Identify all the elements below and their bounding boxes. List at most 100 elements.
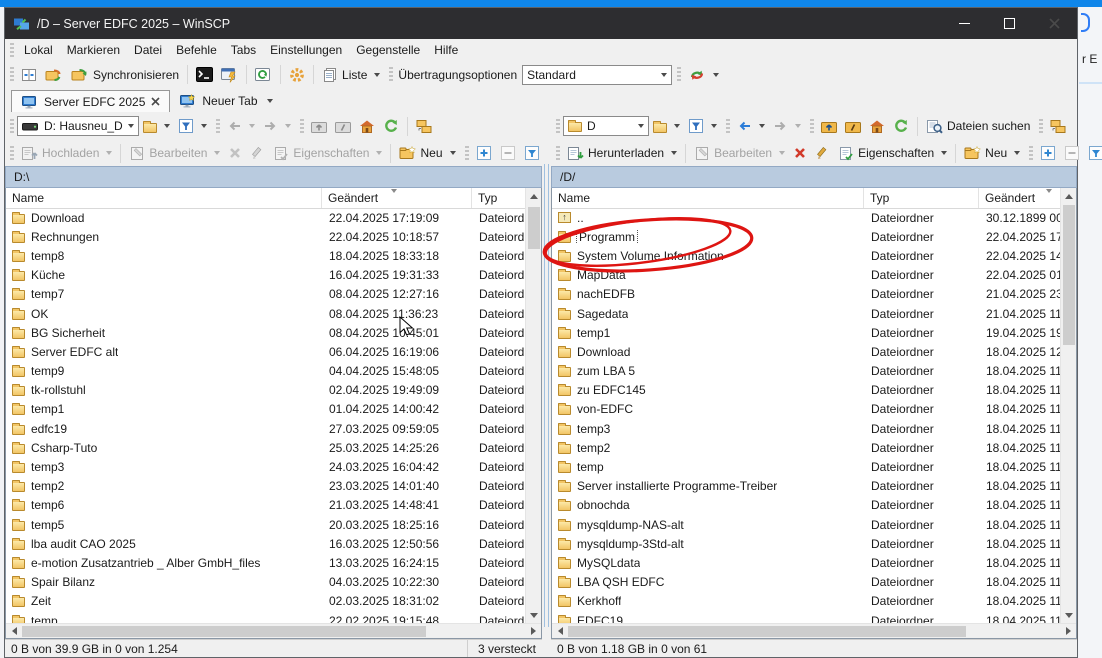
file-row[interactable]: temp621.03.2025 14:48:41Dateiordner — [6, 496, 525, 515]
file-row[interactable]: Küche16.04.2025 19:31:33Dateiordner — [6, 266, 525, 285]
liste-view-button[interactable]: Liste — [318, 65, 384, 85]
scrollbar-thumb[interactable] — [568, 626, 966, 637]
remote-vertical-scrollbar[interactable] — [1060, 188, 1076, 623]
column-header-modified[interactable]: Geändert — [979, 188, 1060, 208]
menu-item-befehle[interactable]: Befehle — [169, 40, 224, 60]
remote-horizontal-scrollbar[interactable] — [552, 623, 1076, 638]
remote-back-button[interactable] — [733, 117, 769, 135]
file-row[interactable]: temp818.04.2025 18:33:18Dateiordner — [6, 246, 525, 265]
console-command-button[interactable] — [217, 65, 242, 85]
local-root-directory-button[interactable] — [331, 118, 355, 135]
local-home-button[interactable] — [355, 117, 379, 136]
synchronize-browsing-icon[interactable] — [41, 65, 67, 85]
menu-item-datei[interactable]: Datei — [127, 40, 169, 60]
remote-delete-button[interactable] — [789, 144, 811, 162]
local-select-remove-button[interactable] — [496, 143, 520, 163]
file-row[interactable]: temp324.03.2025 16:04:42Dateiordner — [6, 457, 525, 476]
scroll-right-button[interactable] — [1060, 623, 1076, 639]
file-row[interactable]: obnochdaDateiordner18.04.2025 11: — [552, 496, 1060, 515]
file-row[interactable]: tempDateiordner18.04.2025 11: — [552, 457, 1060, 476]
file-row[interactable]: ↑..Dateiordner30.12.1899 00: — [552, 208, 1060, 227]
local-edit-button[interactable]: Bearbeiten — [125, 144, 224, 163]
toolbar-grip[interactable] — [556, 146, 560, 161]
local-new-button[interactable]: Neu — [395, 144, 459, 162]
local-forward-button[interactable] — [259, 117, 295, 135]
remote-parent-directory-button[interactable] — [817, 118, 841, 135]
scroll-down-button[interactable] — [526, 607, 542, 623]
local-select-add-button[interactable] — [472, 143, 496, 163]
remote-open-directory-button[interactable] — [649, 118, 684, 135]
file-row[interactable]: lba audit CAO 202516.03.2025 12:50:56Dat… — [6, 534, 525, 553]
remote-rename-button[interactable] — [811, 144, 834, 163]
local-rename-button[interactable] — [246, 144, 269, 163]
download-button[interactable]: Herunterladen — [563, 144, 681, 163]
toolbar-grip[interactable] — [810, 119, 814, 134]
transfer-profile-select[interactable]: Standard — [522, 65, 672, 85]
file-row[interactable]: temp101.04.2025 14:00:42Dateiordner — [6, 400, 525, 419]
local-delete-button[interactable] — [224, 144, 246, 162]
local-path-bar[interactable]: D:\ — [5, 166, 542, 188]
column-header-type[interactable]: Typ — [864, 188, 979, 208]
tab-server-edfc-2025[interactable]: Server EDFC 2025 — [11, 90, 170, 112]
file-row[interactable]: zu EDFC145Dateiordner18.04.2025 11: — [552, 381, 1060, 400]
remote-properties-button[interactable]: Eigenschaften — [834, 144, 951, 163]
remote-refresh-button[interactable] — [889, 116, 913, 136]
file-row[interactable]: zum LBA 5Dateiordner18.04.2025 11: — [552, 362, 1060, 381]
menu-item-einstellungen[interactable]: Einstellungen — [263, 40, 349, 60]
toolbar-grip[interactable] — [10, 119, 14, 134]
remote-edit-button[interactable]: Bearbeiten — [690, 144, 789, 163]
file-row[interactable]: SagedataDateiordner21.04.2025 11: — [552, 304, 1060, 323]
file-row[interactable]: MapDataDateiordner22.04.2025 01: — [552, 266, 1060, 285]
scrollbar-thumb[interactable] — [22, 626, 426, 637]
file-row[interactable]: e-motion Zusatzantrieb _ Alber GmbH_file… — [6, 553, 525, 572]
upload-button[interactable]: Hochladen — [17, 144, 116, 163]
file-row[interactable]: von-EDFCDateiordner18.04.2025 11: — [552, 400, 1060, 419]
find-files-button[interactable]: Dateien suchen — [922, 117, 1034, 136]
column-header-type[interactable]: Typ — [472, 188, 525, 208]
scroll-up-button[interactable] — [1061, 188, 1077, 204]
file-row[interactable]: LBA QSH EDFCDateiordner18.04.2025 11: — [552, 573, 1060, 592]
toolbar-grip[interactable] — [1039, 119, 1043, 134]
synchronize-button[interactable]: Synchronisieren — [67, 65, 183, 85]
file-row[interactable]: Csharp-Tuto25.03.2025 14:25:26Dateiordne… — [6, 438, 525, 457]
transfer-settings-button[interactable] — [684, 65, 723, 85]
local-parent-directory-button[interactable] — [307, 118, 331, 135]
remote-select-remove-button[interactable] — [1060, 143, 1084, 163]
menu-item-markieren[interactable]: Markieren — [60, 40, 127, 60]
close-button[interactable] — [1032, 8, 1077, 39]
local-filter-button[interactable] — [174, 116, 211, 136]
panel-splitter[interactable] — [542, 112, 551, 657]
local-selection-filter-button[interactable] — [520, 143, 544, 163]
file-row[interactable]: System Volume InformationDateiordner22.0… — [552, 246, 1060, 265]
scrollbar-thumb[interactable] — [1063, 205, 1075, 345]
file-row[interactable]: BG Sicherheit08.04.2025 10:45:01Dateiord… — [6, 323, 525, 342]
remote-home-button[interactable] — [865, 117, 889, 136]
toolbar-grip[interactable] — [677, 67, 681, 82]
local-properties-button[interactable]: Eigenschaften — [269, 144, 386, 163]
terminal-button[interactable] — [192, 65, 217, 84]
file-row[interactable]: Zeit02.03.2025 18:31:02Dateiordner — [6, 592, 525, 611]
column-header-name[interactable]: Name — [552, 188, 864, 208]
new-tab-button[interactable]: Neuer Tab — [170, 90, 281, 112]
remote-selection-filter-button[interactable] — [1084, 143, 1102, 163]
tab-close-icon[interactable] — [151, 97, 160, 106]
file-row[interactable]: Server installierte Programme-TreiberDat… — [552, 477, 1060, 496]
local-open-directory-button[interactable] — [139, 118, 174, 135]
scroll-left-button[interactable] — [552, 623, 568, 639]
maximize-button[interactable] — [987, 8, 1032, 39]
toggle-panels-button[interactable] — [17, 65, 41, 85]
remote-select-add-button[interactable] — [1036, 143, 1060, 163]
minimize-button[interactable] — [942, 8, 987, 39]
local-back-button[interactable] — [223, 117, 259, 135]
toolbar-grip[interactable] — [10, 67, 14, 82]
file-row[interactable]: temp1Dateiordner19.04.2025 19: — [552, 323, 1060, 342]
scroll-left-button[interactable] — [6, 623, 22, 639]
file-row[interactable]: mysqldump-3Std-altDateiordner18.04.2025 … — [552, 534, 1060, 553]
toolbar-grip[interactable] — [300, 119, 304, 134]
remote-drive-select[interactable]: D — [563, 116, 649, 136]
file-row[interactable]: nachEDFBDateiordner21.04.2025 23: — [552, 285, 1060, 304]
remote-filter-button[interactable] — [684, 116, 721, 136]
preferences-gear-button[interactable] — [285, 65, 309, 85]
file-row[interactable]: temp708.04.2025 12:27:16Dateiordner — [6, 285, 525, 304]
file-row[interactable]: temp904.04.2025 15:48:05Dateiordner — [6, 362, 525, 381]
